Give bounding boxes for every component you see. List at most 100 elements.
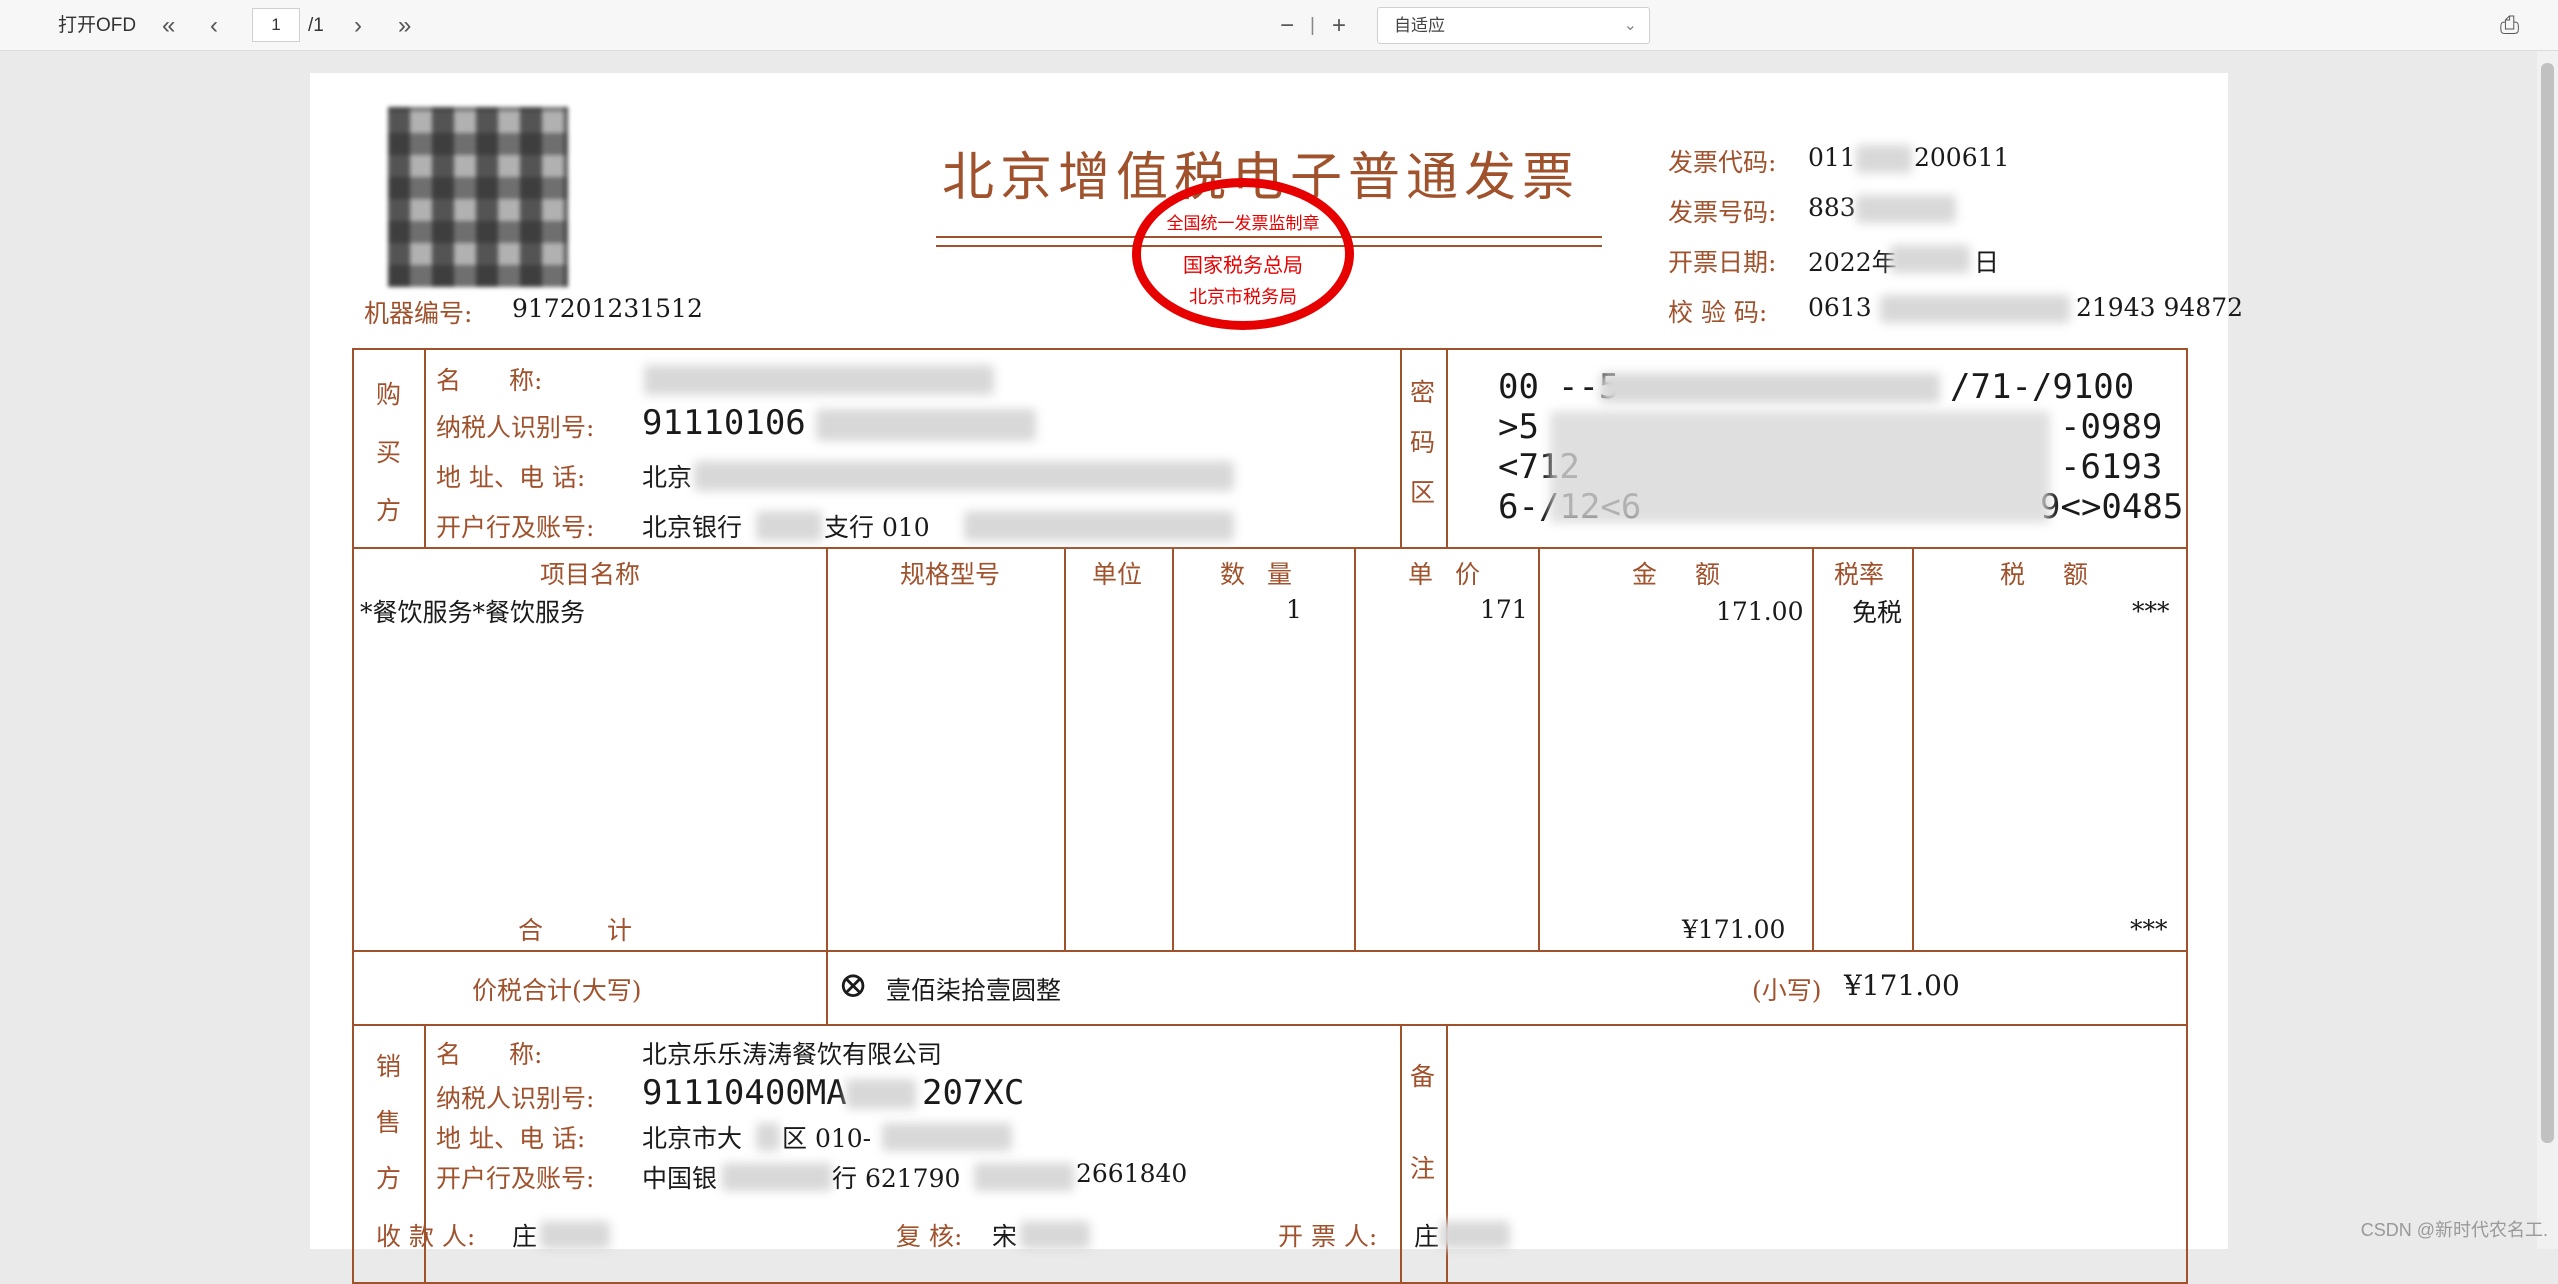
price-tax-small-label: (小写) [1752,976,1822,1005]
seller-bank-value-3: 2661840 [1076,1159,1188,1188]
price-tax-small: ¥171.00 [1844,969,1960,1002]
redacted-area [974,1163,1074,1191]
price-tax-upper: 壹佰柒拾壹圆整 [886,976,1062,1005]
redacted-area [964,511,1234,541]
redacted-area [816,409,1036,441]
drawer-label: 开 票 人: [1278,1222,1378,1251]
header-unit: 单位 [1092,560,1143,589]
stamp-bottom-text: 北京市税务局 [1189,287,1297,308]
invoice-date-label: 开票日期: [1668,248,1777,277]
buyer-taxid-label: 纳税人识别号: [436,413,595,442]
last-page-icon[interactable]: » [398,0,411,51]
seller-address-value: 北京市大 [642,1124,743,1153]
col-divider-rate [1812,547,1814,950]
col-divider-amount [1538,547,1540,950]
drawer-value: 庄 [1414,1222,1440,1251]
cipher-side-label: 码 [1410,428,1436,457]
seller-name-value: 北京乐乐涛涛餐饮有限公司 [642,1040,943,1069]
buyer-side-label: 方 [376,496,402,525]
redacted-area [756,1123,780,1151]
header-tax: 税 额 [2000,560,2088,589]
zoom-in-icon[interactable]: + [1332,0,1346,51]
redacted-area [1880,295,2070,323]
invoice-number-value: 883 [1808,193,1856,222]
viewer-toolbar: 打开OFD « ‹ /1 › » − | + 自适应 ⌄ ⎙ [0,0,2558,51]
invoice-number-label: 发票号码: [1668,198,1777,227]
invoice-code-label: 发票代码: [1668,148,1777,177]
seller-taxid-value-tail: 207XC [922,1073,1025,1113]
remark-divider-left [1400,1024,1402,1284]
open-ofd-button[interactable]: 打开OFD [58,0,136,51]
col-divider-price [1354,547,1356,950]
header-amount: 金 额 [1632,560,1720,589]
redacted-area [540,1221,610,1249]
zoom-mode-select[interactable]: 自适应 ⌄ [1377,7,1650,44]
buyer-side-label: 买 [376,438,402,467]
vertical-scrollbar[interactable] [2537,51,2558,1249]
redacted-area [1890,245,1970,273]
redacted-area [722,1163,832,1191]
prev-page-icon[interactable]: ‹ [210,0,218,51]
invoice-code-value-tail: 200611 [1914,143,2010,172]
divider-pricetax [352,1024,2188,1026]
zoom-out-icon[interactable]: − [1280,0,1294,51]
redacted-area [1856,145,1912,173]
buyer-bank-value-2: 支行 010 [824,513,930,542]
buyer-address-value: 北京 [642,463,693,492]
redacted-area [1020,1221,1090,1249]
first-page-icon[interactable]: « [162,0,175,51]
redacted-area [846,1079,916,1109]
seller-name-label: 名 称: [436,1040,543,1069]
row-price: 171 [1480,595,1528,624]
price-tax-label: 价税合计(大写) [472,976,642,1005]
cipher-side-label: 密 [1410,378,1436,407]
csdn-watermark: CSDN @新时代农名工. [2360,1220,2548,1240]
next-page-icon[interactable]: › [354,0,362,51]
payee-value: 庄 [512,1222,538,1251]
redacted-area [644,365,994,395]
row-tax: *** [2132,597,2170,626]
reviewer-label: 复 核: [896,1222,963,1251]
row-item-name: *餐饮服务*餐饮服务 [360,598,586,627]
invoice-page: 机器编号: 917201231512 北京增值税电子普通发票 全国统一发票监制章… [310,73,2243,1284]
row-qty: 1 [1286,595,1302,624]
buyer-bank-label: 开户行及账号: [436,513,595,542]
reviewer-value: 宋 [992,1222,1018,1251]
seller-side-label: 方 [376,1164,402,1193]
seller-side-label: 售 [376,1108,402,1137]
print-icon[interactable]: ⎙ [2500,0,2519,51]
col-divider-tax [1912,547,1914,950]
col-divider-unit [1064,547,1066,950]
cipher-line-1: 00 [1498,367,1539,407]
header-qty: 数 量 [1220,560,1292,589]
remark-side-label: 注 [1410,1154,1436,1183]
redacted-area [756,511,822,541]
cipher-line-4-end: 9<>0485 [2040,487,2184,527]
cipher-side-label: 区 [1410,478,1436,507]
tax-stamp: 全国统一发票监制章 国家税务总局 北京市税务局 [1132,178,1354,330]
redacted-area [1440,1221,1510,1249]
redacted-area [882,1123,1012,1151]
page-number-input[interactable] [252,8,300,42]
total-tax: *** [2130,915,2168,944]
zoom-mode-value: 自适应 [1394,16,1445,35]
buyer-taxid-value: 91110106 [642,403,806,443]
redacted-area [1550,411,2050,523]
col-divider-qty [1172,547,1174,950]
col-divider-spec [826,547,828,1024]
payee-label: 收 款 人: [376,1222,476,1251]
qr-code [388,107,568,287]
cipher-divider-right [1446,348,1448,547]
page-total: /1 [308,15,324,36]
seller-address-label: 地 址、电 话: [436,1124,586,1153]
seller-address-value-2: 区 010- [782,1124,872,1153]
row-amount: 171.00 [1716,597,1804,626]
check-code-label: 校 验 码: [1668,298,1768,327]
chevron-down-icon: ⌄ [1623,17,1637,34]
total-amount: ¥171.00 [1682,915,1786,944]
seller-bank-value: 中国银 [642,1164,718,1193]
stamp-mid-text: 国家税务总局 [1183,253,1303,277]
total-label: 合 计 [518,916,632,945]
seller-taxid-value: 91110400MA [642,1073,847,1113]
scrollbar-thumb[interactable] [2541,63,2554,1143]
